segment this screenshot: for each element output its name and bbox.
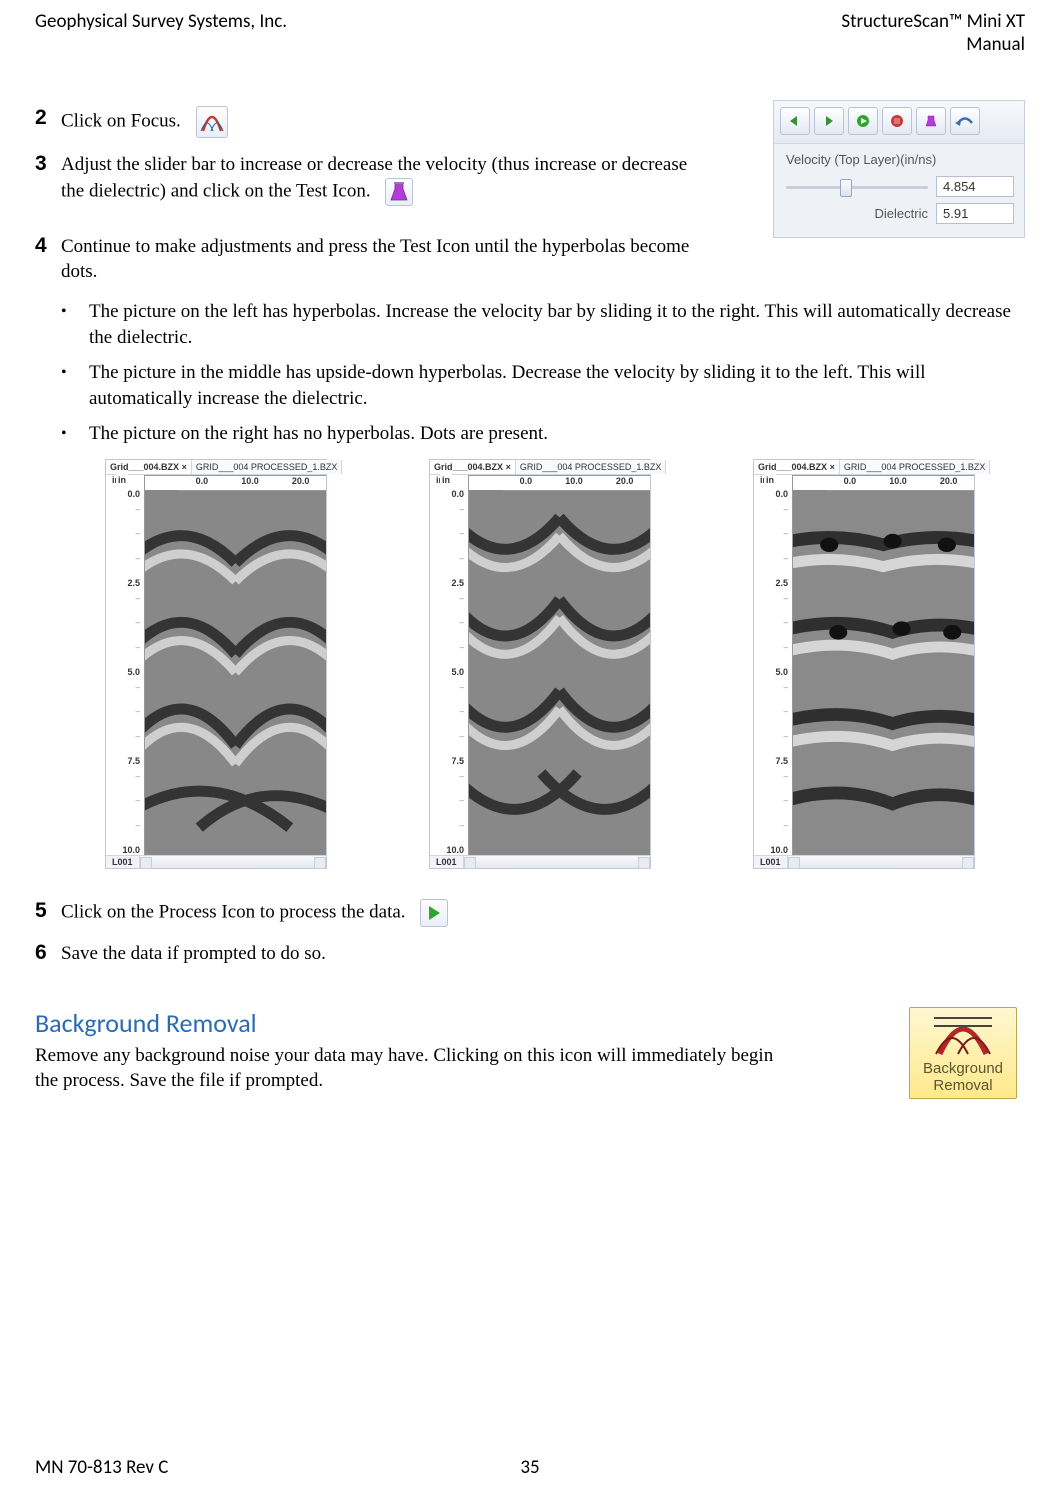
header-right: StructureScan™ Mini XT Manual [841,10,1025,56]
bullet-text: The picture on the right has no hyperbol… [89,421,1021,447]
radar-plot-right: Grid___004.BZX × GRID___004 PROCESSED_1.… [753,459,975,869]
header-doc-type: Manual [841,33,1025,56]
velocity-slider[interactable] [786,178,928,196]
radar-image [145,490,326,855]
radar-image [469,490,650,855]
scrollbar[interactable] [788,856,974,868]
test-icon [385,178,413,206]
header-left: Geophysical Survey Systems, Inc. [35,10,287,56]
plot-tab[interactable]: GRID___004 PROCESSED_1.BZX [516,460,667,474]
radar-plot-middle: Grid___004.BZX × GRID___004 PROCESSED_1.… [429,459,651,869]
dielectric-value[interactable]: 5.91 [936,203,1014,224]
y-axis: in 0.0 ––– 2.5 ––– 5.0 ––– 7.5 ––– 10.0 [106,475,144,855]
step-text: Continue to make adjustments and press t… [61,236,689,283]
line-label: L001 [754,856,788,868]
line-label: L001 [106,856,140,868]
footer-page-number: 35 [35,1456,1025,1479]
step-6: 6 Save the data if prompted to do so. [35,941,995,967]
y-axis: in 0.0 ––– 2.5 ––– 5.0 ––– 7.5 ––– 10.0 [430,475,468,855]
step-number: 6 [35,941,61,965]
step-text: Click on the Process Icon to process the… [61,901,406,922]
stop-button[interactable] [882,107,912,135]
step-number: 3 [35,152,61,176]
dielectric-label: Dielectric [786,206,936,221]
step-number: 5 [35,899,61,923]
section-title: Background Removal [35,1007,1025,1039]
step-2: 2 Click on Focus. [35,106,715,138]
step-3: 3 Adjust the slider bar to increase or d… [35,152,715,206]
x-unit: in [764,474,776,486]
velocity-panel: Velocity (Top Layer)(in/ns) 4.854 Dielec… [773,100,1025,238]
play-button[interactable] [848,107,878,135]
radar-plots-row: Grid___004.BZX × GRID___004 PROCESSED_1.… [105,459,975,869]
line-label: L001 [430,856,464,868]
x-unit: in [440,474,452,486]
bullet-text: The picture on the left has hyperbolas. … [89,299,1021,350]
step-4: 4 Continue to make adjustments and press… [35,234,715,285]
section-text: Remove any background noise your data ma… [35,1043,775,1094]
back-button[interactable] [780,107,810,135]
plot-tab[interactable]: Grid___004.BZX × [106,460,192,474]
step-4-bullets: •The picture on the left has hyperbolas.… [35,299,1025,447]
undo-button[interactable] [950,107,980,135]
step-number: 4 [35,234,61,258]
scrollbar[interactable] [140,856,326,868]
step-text: Adjust the slider bar to increase or dec… [61,154,687,201]
x-unit: in [116,474,128,486]
page-header: Geophysical Survey Systems, Inc. Structu… [35,10,1025,56]
velocity-panel-toolbar [774,101,1024,144]
process-icon [420,899,448,927]
test-button[interactable] [916,107,946,135]
focus-icon [196,106,228,138]
x-axis: 0.0 10.0 20.0 [179,475,326,491]
plot-tab[interactable]: Grid___004.BZX × [430,460,516,474]
velocity-value[interactable]: 4.854 [936,176,1014,197]
velocity-title: Velocity (Top Layer)(in/ns) [774,144,1024,173]
page-footer: MN 70-813 Rev C 35 [35,1456,1025,1479]
step-5: 5 Click on the Process Icon to process t… [35,899,995,927]
x-axis: 0.0 10.0 20.0 [827,475,974,491]
scrollbar[interactable] [464,856,650,868]
x-axis: 0.0 10.0 20.0 [503,475,650,491]
step-text: Save the data if prompted to do so. [61,943,326,964]
plot-tab[interactable]: Grid___004.BZX × [754,460,840,474]
plot-tab[interactable]: GRID___004 PROCESSED_1.BZX [192,460,343,474]
radar-image [793,490,974,855]
bgremove-label-2: Removal [912,1077,1014,1094]
bgremove-label-1: Background [912,1060,1014,1077]
plot-tab[interactable]: GRID___004 PROCESSED_1.BZX [840,460,991,474]
step-text: Click on Focus. [61,110,181,131]
step-number: 2 [35,106,61,130]
y-axis: in 0.0 ––– 2.5 ––– 5.0 ––– 7.5 ––– 10.0 [754,475,792,855]
header-product: StructureScan™ Mini XT [841,10,1025,33]
radar-plot-left: Grid___004.BZX × GRID___004 PROCESSED_1.… [105,459,327,869]
forward-button[interactable] [814,107,844,135]
bullet-text: The picture in the middle has upside-dow… [89,360,1021,411]
background-removal-icon: Background Removal [909,1007,1017,1100]
